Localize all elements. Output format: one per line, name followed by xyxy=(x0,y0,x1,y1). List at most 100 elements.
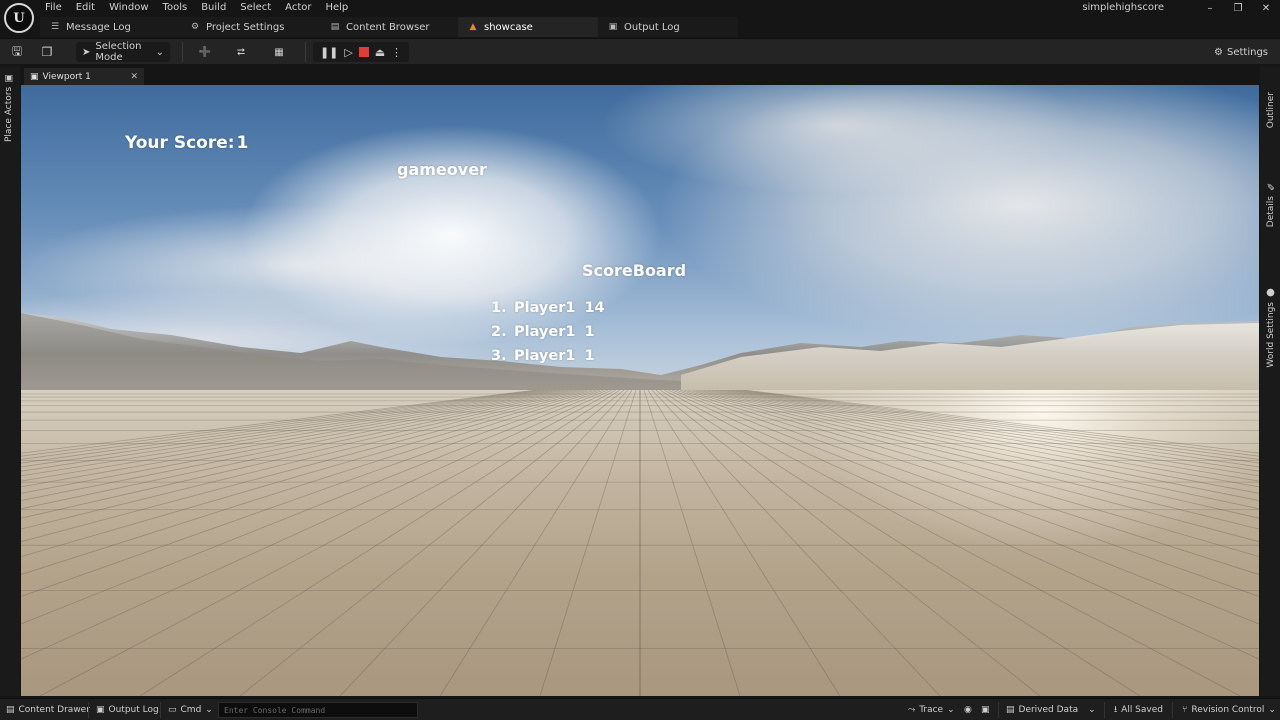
place-actors-tab[interactable]: Place Actors ▣ xyxy=(4,72,14,142)
scoreboard-player: Player1 xyxy=(514,348,576,364)
selection-mode-dropdown[interactable]: ➤ Selection Mode ⌄ xyxy=(76,41,170,63)
chevron-down-icon: ⌄ xyxy=(947,705,955,715)
save-icon[interactable]: 🖫 xyxy=(8,42,26,62)
scoreboard-list: 1. Player1 14 2. Player1 1 3. Player1 1 xyxy=(491,296,605,368)
saved-icon: ⭳ xyxy=(1114,705,1118,715)
tab-label: Message Log xyxy=(66,21,131,33)
gear-icon: ⚙ xyxy=(190,22,200,32)
floor-grid-line xyxy=(647,390,841,696)
minimize-button[interactable]: – xyxy=(1196,0,1224,16)
menu-edit[interactable]: Edit xyxy=(69,1,102,14)
title-bar: U File Edit Window Tools Build Select Ac… xyxy=(0,0,1280,33)
cmd-dropdown[interactable]: ▭ Cmd ⌄ xyxy=(168,702,213,718)
tab-label: showcase xyxy=(484,21,533,33)
derived-data-dropdown[interactable]: ▤ Derived Data ⌄ xyxy=(1006,702,1096,718)
window-controls: – ❐ ✕ xyxy=(1196,0,1280,16)
floor-grid-line xyxy=(655,390,1041,696)
left-panel-strip xyxy=(0,66,20,696)
screenshot-button[interactable]: ▣ xyxy=(981,702,990,718)
floor-grid-line xyxy=(21,390,545,460)
revision-control-icon: ⑂ xyxy=(1182,705,1188,715)
game-viewport[interactable]: Your Score: 1 gameover ScoreBoard 1. Pla… xyxy=(21,85,1259,696)
browse-icon[interactable]: ❐ xyxy=(38,42,56,62)
more-options-icon[interactable]: ⋮ xyxy=(391,46,402,59)
floor-grid-line xyxy=(687,390,1259,543)
viewport-tab-label: Viewport 1 xyxy=(42,71,91,82)
scoreboard-player: Player1 xyxy=(514,324,576,340)
floor-grid-line xyxy=(21,390,553,468)
floor-grid-line xyxy=(739,390,1259,457)
your-score-label: Your Score: xyxy=(125,133,235,153)
cinematics-button[interactable]: ▦ xyxy=(266,42,292,62)
scoreboard-row: 1. Player1 14 xyxy=(491,296,605,320)
output-log-icon: ▣ xyxy=(608,22,618,32)
stop-icon[interactable] xyxy=(358,47,369,57)
floor-grid-line xyxy=(735,390,1259,460)
scoreboard-row: 3. Player1 1 xyxy=(491,344,605,368)
floor-grid-line xyxy=(695,390,1259,519)
all-saved-button[interactable]: ⭳ All Saved xyxy=(1114,702,1163,718)
outliner-tab[interactable]: Outliner xyxy=(1266,92,1276,128)
menu-build[interactable]: Build xyxy=(194,1,233,14)
blueprint-button[interactable]: ⮂ xyxy=(228,42,254,62)
trace-dropdown[interactable]: ⤳ Trace ⌄ xyxy=(908,702,955,718)
floor-grid-line xyxy=(21,390,569,488)
floor-grid-line xyxy=(21,390,537,454)
chevron-down-icon: ⌄ xyxy=(155,46,164,58)
floor-grid-line xyxy=(21,390,581,510)
floor-grid-line xyxy=(707,390,1259,494)
tab-showcase[interactable]: ▲ showcase xyxy=(458,17,598,37)
project-name: simplehighscore xyxy=(1082,2,1164,13)
unreal-logo-icon[interactable]: U xyxy=(4,3,34,33)
toolbar-separator xyxy=(305,42,306,62)
add-actor-button[interactable]: ➕ xyxy=(192,42,218,62)
menu-file[interactable]: File xyxy=(38,1,69,14)
settings-label: Settings xyxy=(1226,46,1268,58)
menu-window[interactable]: Window xyxy=(102,1,155,14)
scoreboard-row: 2. Player1 1 xyxy=(491,320,605,344)
floor-grid-line xyxy=(21,390,609,625)
revision-control-dropdown[interactable]: ⑂ Revision Control ⌄ xyxy=(1182,702,1276,718)
database-icon: ▤ xyxy=(1006,705,1015,715)
tab-message-log[interactable]: ☰ Message Log xyxy=(40,17,180,37)
record-button[interactable]: ◉ xyxy=(964,702,972,718)
close-icon[interactable]: ✕ xyxy=(130,72,138,82)
eject-icon[interactable]: ⏏ xyxy=(375,46,385,59)
viewport-tab[interactable]: ▣ Viewport 1 ✕ xyxy=(24,68,144,85)
pencil-icon: ✎ xyxy=(1265,180,1276,191)
maximize-button[interactable]: ❐ xyxy=(1224,0,1252,16)
content-drawer-button[interactable]: ▤ Content Drawer xyxy=(6,702,90,718)
menu-select[interactable]: Select xyxy=(233,1,278,14)
tab-content-browser[interactable]: ▤ Content Browser xyxy=(320,17,458,37)
floor-grid-line xyxy=(675,390,1259,597)
viewport-tab-bar: ▣ Viewport 1 ✕ xyxy=(20,66,1260,85)
clapper-icon: ▦ xyxy=(274,46,284,58)
settings-button[interactable]: ⚙ Settings xyxy=(1214,42,1268,62)
tab-project-settings[interactable]: ⚙ Project Settings xyxy=(180,17,320,37)
level-icon: ▲ xyxy=(469,22,477,32)
floor-grid-line xyxy=(21,390,541,457)
world-settings-tab[interactable]: World Settings xyxy=(1266,302,1276,368)
add-actor-icon: ➕ xyxy=(198,46,212,58)
floor-grid-line xyxy=(691,390,1259,530)
status-separator xyxy=(160,702,161,718)
tab-output-log[interactable]: ▣ Output Log xyxy=(598,17,738,37)
floor-grid-line xyxy=(239,390,625,696)
close-window-button[interactable]: ✕ xyxy=(1252,0,1280,16)
floor-grid-line xyxy=(711,390,1259,488)
status-bar: ▤ Content Drawer ▣ Output Log ▭ Cmd ⌄ ⤳ … xyxy=(0,698,1280,720)
step-icon[interactable]: ▷ xyxy=(344,46,352,59)
floor-grid-line xyxy=(21,390,593,543)
console-command-input[interactable] xyxy=(218,702,418,718)
menu-help[interactable]: Help xyxy=(318,1,355,14)
output-log-icon: ▣ xyxy=(96,705,105,715)
pause-icon[interactable]: ❚❚ xyxy=(320,46,338,59)
output-log-button[interactable]: ▣ Output Log xyxy=(96,702,159,718)
content-drawer-label: Content Drawer xyxy=(18,705,90,715)
derived-data-label: Derived Data xyxy=(1018,705,1079,715)
floor-grid-line xyxy=(539,390,637,696)
menu-actor[interactable]: Actor xyxy=(278,1,318,14)
details-tab[interactable]: Details xyxy=(1266,196,1276,227)
chevron-down-icon: ⌄ xyxy=(1268,705,1276,715)
menu-tools[interactable]: Tools xyxy=(156,1,195,14)
